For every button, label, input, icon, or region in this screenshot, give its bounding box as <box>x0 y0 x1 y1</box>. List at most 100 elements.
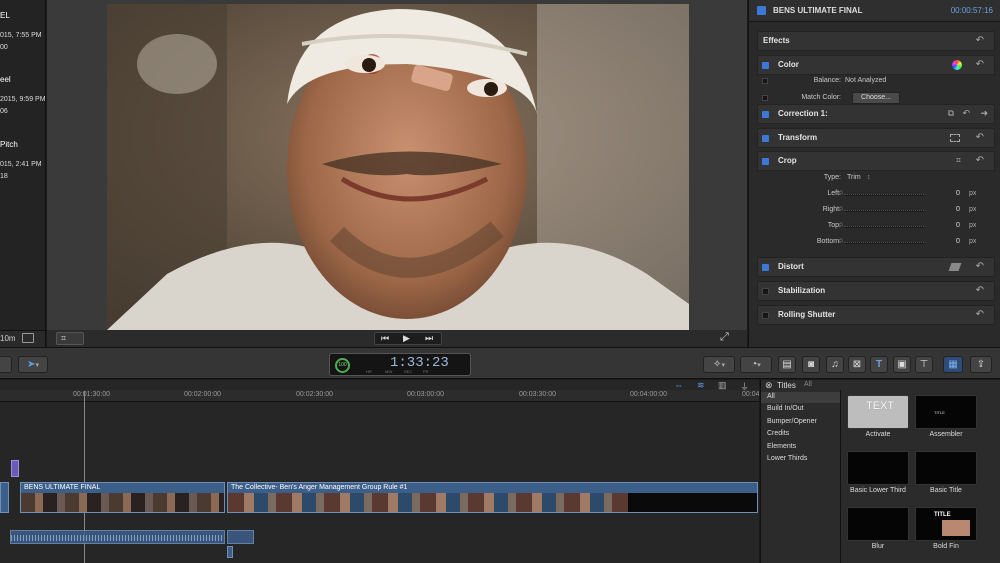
timeline-clip[interactable] <box>0 482 9 513</box>
playback-controls: ⏮ ▶ ⏭ <box>374 332 442 345</box>
color-enable-checkbox[interactable] <box>762 62 769 69</box>
color-board-icon[interactable] <box>952 60 962 70</box>
transform-onscreen-icon[interactable] <box>950 134 960 142</box>
crop-onscreen-icon[interactable]: ⌗ <box>956 155 961 166</box>
match-color-checkbox[interactable] <box>762 95 768 101</box>
clip-appearance-icon[interactable]: ⇔ <box>674 380 683 390</box>
music-browser-button[interactable]: ♫ <box>826 356 844 373</box>
category-item[interactable]: All <box>767 393 775 400</box>
add-correction-icon[interactable]: ⧉ <box>948 108 954 119</box>
slider-knob[interactable]: ⌂ <box>839 189 843 196</box>
previous-frame-icon[interactable]: ⏮ <box>381 333 389 344</box>
generators-browser-button[interactable]: ▣ <box>893 356 911 373</box>
timeline-clip[interactable]: BENS ULTIMATE FINAL <box>20 482 225 513</box>
event-title: Pitch <box>0 140 18 149</box>
choose-button[interactable]: Choose... <box>852 92 900 104</box>
correction-enable-checkbox[interactable] <box>762 111 769 118</box>
select-tool-button[interactable]: ➤▾ <box>18 356 48 373</box>
audio-clip[interactable] <box>227 546 233 558</box>
stabilization-section[interactable]: Stabilization ↶ <box>757 281 995 301</box>
rolling-shutter-section[interactable]: Rolling Shutter ↶ <box>757 305 995 325</box>
title-thumb-basic-lower-third[interactable] <box>847 451 909 485</box>
crop-bottom-value[interactable]: 0 <box>956 238 960 245</box>
crop-top-value[interactable]: 0 <box>956 222 960 229</box>
popup-arrows-icon[interactable]: ↕ <box>867 174 871 181</box>
color-section[interactable]: Color ↶ <box>757 55 995 75</box>
title-thumb-bold-fin[interactable]: TITLE <box>915 507 977 541</box>
transform-menu-button[interactable]: ⌗ <box>56 332 84 345</box>
category-item[interactable]: Lower Thirds <box>767 455 807 462</box>
crop-right-slider[interactable] <box>844 210 924 212</box>
reset-icon[interactable]: ↶ <box>962 108 970 119</box>
retime-button[interactable]: ◔▾ <box>740 356 772 373</box>
effects-browser-button[interactable]: ▤ <box>778 356 796 373</box>
event-item[interactable]: eel 2015, 9:59 PM 06 <box>0 74 45 118</box>
audio-clip[interactable] <box>227 530 254 544</box>
inspector-header: BENS ULTIMATE FINAL 00:00:57:16 <box>749 0 1000 22</box>
correction-section[interactable]: Correction 1: ⧉ ↶ ➜ <box>757 104 995 124</box>
clip-filmstrip <box>21 493 224 512</box>
close-icon[interactable]: ⊗ <box>765 380 773 391</box>
rolling-shutter-enable-checkbox[interactable] <box>762 312 769 319</box>
event-item[interactable]: EL 015, 7:55 PM 00 <box>0 10 45 54</box>
crop-left-value[interactable]: 0 <box>956 190 960 197</box>
slider-knob[interactable]: ⌂ <box>839 205 843 212</box>
ruler-tick-label: 00:02:00:00 <box>184 391 221 398</box>
category-item[interactable]: Elements <box>767 443 796 450</box>
reset-icon[interactable]: ↶ <box>976 59 984 70</box>
viewer-video-frame[interactable] <box>107 4 689 330</box>
next-frame-icon[interactable]: ⏭ <box>425 333 433 344</box>
event-date: 015, 7:55 PM <box>0 32 42 39</box>
play-icon[interactable]: ▶ <box>403 333 410 344</box>
category-item[interactable]: Bumper/Opener <box>767 418 817 425</box>
fullscreen-icon[interactable]: ⤢ <box>720 331 729 344</box>
rolling-shutter-label: Rolling Shutter <box>778 310 836 319</box>
themes-browser-button[interactable]: ⊤ <box>915 356 933 373</box>
enhancements-button[interactable]: ✧▾ <box>703 356 735 373</box>
title-thumb-basic-title[interactable] <box>915 451 977 485</box>
stabilization-enable-checkbox[interactable] <box>762 288 769 295</box>
slider-knob[interactable]: ⌂ <box>839 221 843 228</box>
timeline-clip[interactable]: The Collective- Ben's Anger Management G… <box>227 482 758 513</box>
titles-browser-button[interactable]: T <box>870 356 888 373</box>
reset-icon[interactable]: ↶ <box>976 261 984 272</box>
event-item[interactable]: Pitch 015, 2:41 PM 18 <box>0 139 45 183</box>
go-arrow-icon[interactable]: ➜ <box>980 108 988 119</box>
title-thumb-activate[interactable]: TEXT <box>847 395 909 429</box>
transform-enable-checkbox[interactable] <box>762 135 769 142</box>
reset-icon[interactable]: ↶ <box>976 285 984 296</box>
share-button[interactable]: ⇪ <box>970 356 992 373</box>
slider-knob[interactable]: ⌂ <box>839 237 843 244</box>
crop-top-slider[interactable] <box>844 226 924 228</box>
crop-bottom-slider[interactable] <box>844 242 924 244</box>
crop-right-value[interactable]: 0 <box>956 206 960 213</box>
balance-checkbox[interactable] <box>762 78 768 84</box>
title-thumb-assembler[interactable]: TITLE <box>915 395 977 429</box>
reset-icon[interactable]: ↶ <box>976 155 984 166</box>
transform-section[interactable]: Transform ↶ <box>757 128 995 148</box>
distort-section[interactable]: Distort ↶ <box>757 257 995 277</box>
background-tasks-indicator[interactable]: 100 <box>335 358 350 373</box>
distort-enable-checkbox[interactable] <box>762 264 769 271</box>
transitions-browser-button[interactable]: ⊠ <box>848 356 866 373</box>
reset-icon[interactable]: ↶ <box>976 132 984 143</box>
crop-section[interactable]: Crop ⌗ ↶ <box>757 151 995 171</box>
dashboard-timecode[interactable]: 100 1:33:23 HR MIN SEC FR <box>329 353 471 376</box>
inspector-toggle-button[interactable]: ▦ <box>943 356 963 373</box>
reset-icon[interactable]: ↶ <box>976 35 984 46</box>
audio-clip[interactable] <box>10 530 225 544</box>
category-item[interactable]: Build In/Out <box>767 405 804 412</box>
crop-left-slider[interactable] <box>844 194 924 196</box>
crop-enable-checkbox[interactable] <box>762 158 769 165</box>
ruler-tick-label: 00:02:30:00 <box>296 391 333 398</box>
title-thumb-blur[interactable] <box>847 507 909 541</box>
tool-button-left[interactable] <box>0 356 12 373</box>
reset-icon[interactable]: ↶ <box>976 309 984 320</box>
effects-section-header[interactable]: Effects ↶ <box>757 31 995 51</box>
crop-type-value[interactable]: Trim <box>847 174 861 181</box>
photos-browser-button[interactable]: ◙ <box>802 356 820 373</box>
distort-onscreen-icon[interactable] <box>948 263 962 271</box>
connected-clip[interactable] <box>11 460 19 477</box>
filmstrip-icon[interactable] <box>22 333 34 343</box>
category-item[interactable]: Credits <box>767 430 789 437</box>
